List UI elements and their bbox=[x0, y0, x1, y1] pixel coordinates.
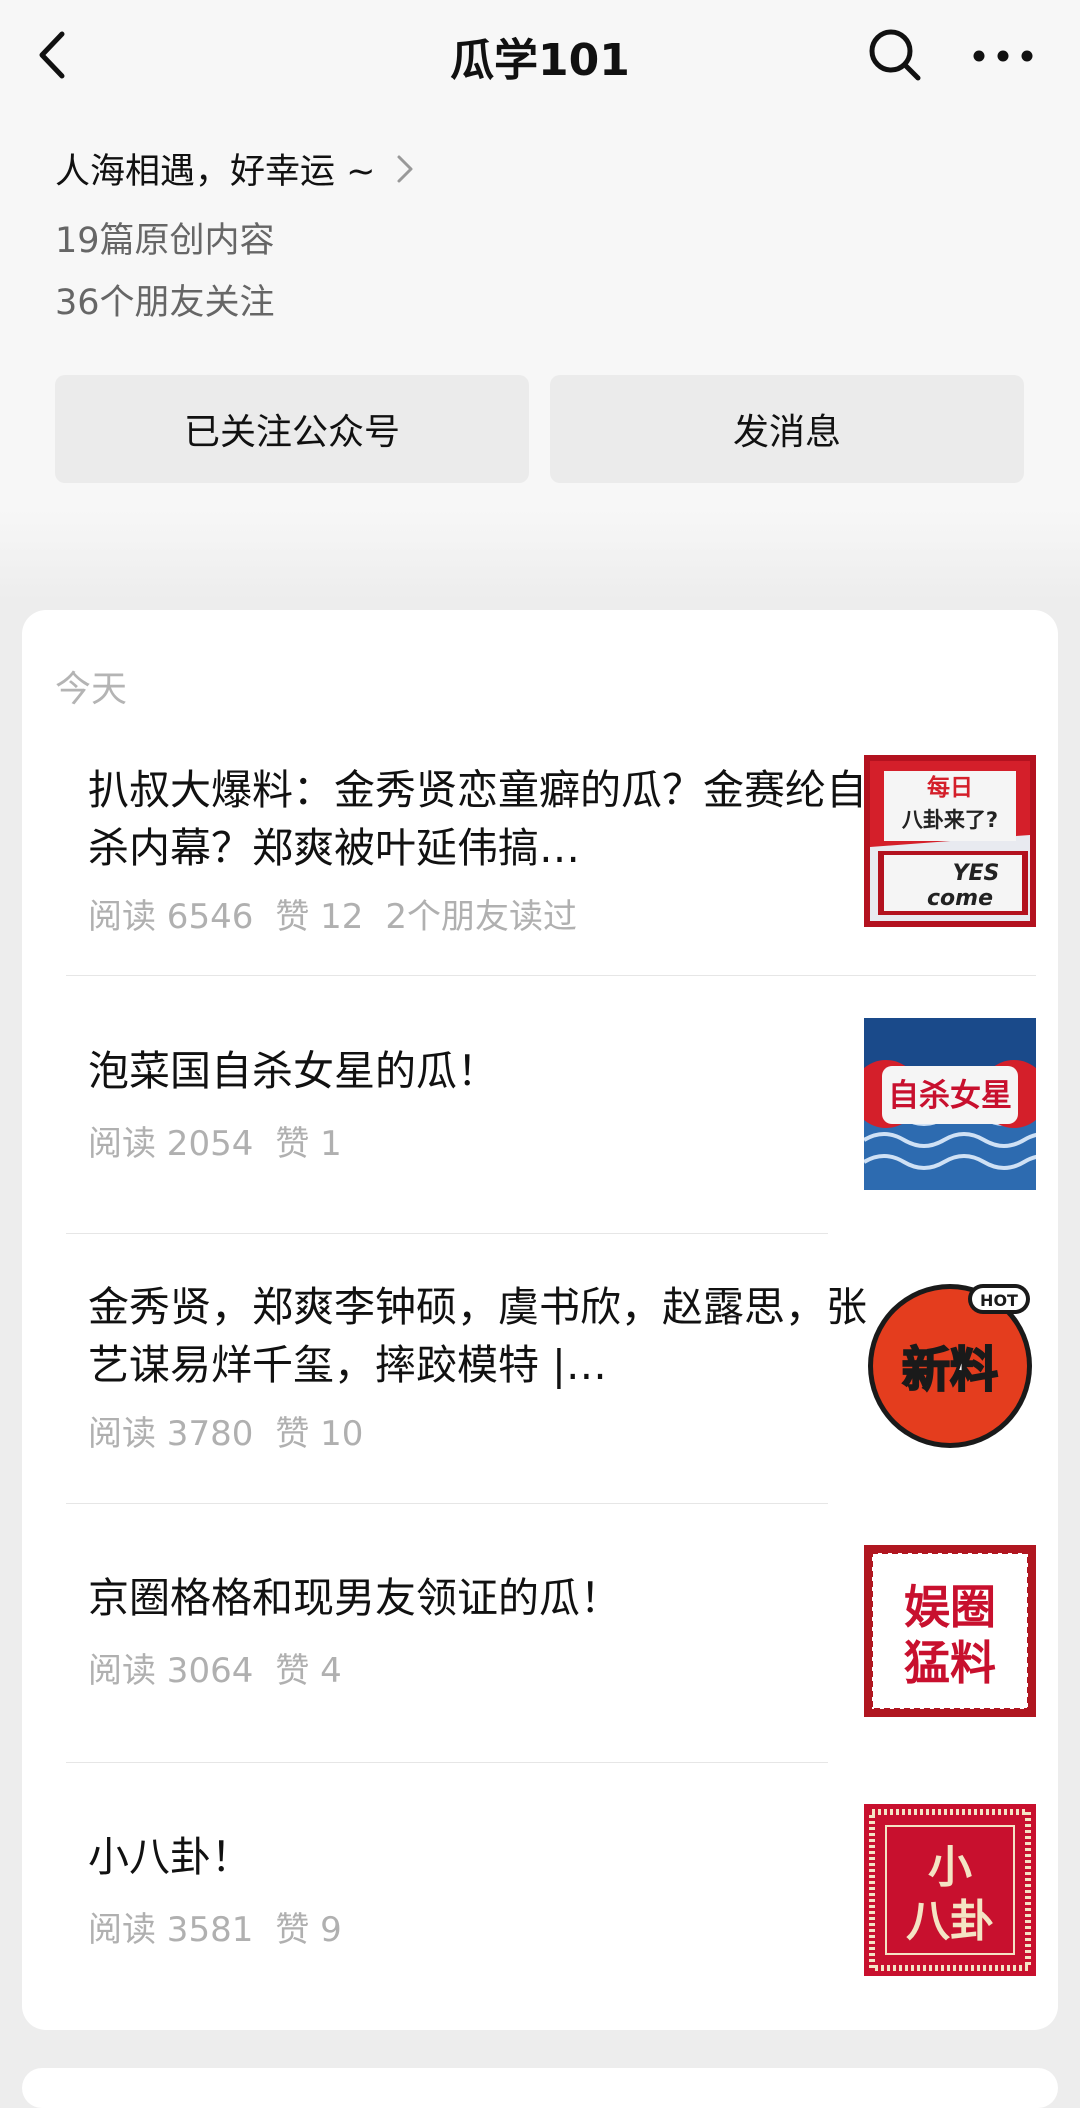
article-thumbnail: HOT 新料 bbox=[868, 1284, 1032, 1448]
like-count: 赞 9 bbox=[275, 1910, 342, 1950]
article-feed: 今天 扒叔大爆料：金秀贤恋童癖的瓜？金赛纶自杀内幕？郑爽被叶延伟搞… 阅读 65… bbox=[22, 610, 1058, 2030]
chevron-right-icon bbox=[397, 155, 413, 182]
like-count: 赞 4 bbox=[275, 1651, 342, 1691]
article-meta: 阅读 3581 赞 9 bbox=[88, 1902, 364, 1951]
read-count: 阅读 3581 bbox=[88, 1910, 254, 1950]
read-count: 阅读 2054 bbox=[88, 1124, 254, 1164]
thumb-text: 自杀女星 bbox=[888, 1078, 1012, 1114]
thumb-text: 每日 bbox=[927, 774, 973, 801]
thumb-text: come bbox=[927, 886, 993, 911]
like-count: 赞 1 bbox=[275, 1124, 342, 1164]
article-title: 金秀贤，郑爽李钟硕，虞书欣，赵露思，张艺谋易烊千玺，摔跤模特 |… bbox=[88, 1283, 867, 1389]
article-meta: 阅读 3064 赞 4 bbox=[88, 1643, 364, 1692]
send-message-button[interactable]: 发消息 bbox=[550, 375, 1024, 483]
article-title: 小八卦！ bbox=[88, 1833, 252, 1881]
followed-account-button[interactable]: 已关注公众号 bbox=[55, 375, 529, 483]
thumb-text: 八卦来了? bbox=[902, 808, 998, 832]
article-thumbnail: 自杀女星 bbox=[864, 1018, 1036, 1190]
thumb-text: 娱圈 bbox=[904, 1580, 996, 1634]
article-meta: 阅读 3780 赞 10 bbox=[88, 1406, 385, 1455]
thumb-text: 新料 bbox=[902, 1342, 998, 1398]
friends-read: 2个朋友读过 bbox=[385, 897, 578, 937]
more-button[interactable] bbox=[968, 28, 1038, 84]
thumb-text: HOT bbox=[980, 1291, 1018, 1310]
article-meta: 阅读 2054 赞 1 bbox=[88, 1116, 364, 1165]
divider bbox=[66, 1503, 828, 1504]
account-intro-link[interactable]: 人海相遇，好幸运 ~ bbox=[55, 143, 417, 194]
search-button[interactable] bbox=[862, 22, 928, 88]
divider bbox=[66, 975, 1036, 976]
like-count: 赞 10 bbox=[275, 1414, 364, 1454]
article-thumbnail: 每日 八卦来了? YES come bbox=[864, 755, 1036, 927]
thumb-text: YES bbox=[953, 861, 1000, 886]
read-count: 阅读 3780 bbox=[88, 1414, 254, 1454]
article-thumbnail: 娱圈 猛料 bbox=[864, 1545, 1036, 1717]
read-count: 阅读 6546 bbox=[88, 897, 254, 937]
article-thumbnail: 小 八卦 bbox=[864, 1804, 1036, 1976]
thumb-text: 小 bbox=[928, 1842, 972, 1893]
article-title: 京圈格格和现男友领证的瓜！ bbox=[88, 1574, 621, 1622]
article-item[interactable]: 小八卦！ 阅读 3581 赞 9 小 八卦 bbox=[66, 1804, 1036, 1976]
article-item[interactable]: 京圈格格和现男友领证的瓜！ 阅读 3064 赞 4 娱圈 猛料 bbox=[66, 1545, 1036, 1717]
navigation-bar: 瓜学101 bbox=[0, 0, 1080, 110]
read-count: 阅读 3064 bbox=[88, 1651, 254, 1691]
search-icon bbox=[869, 29, 921, 81]
more-icon bbox=[973, 50, 1033, 62]
thumb-text: 猛料 bbox=[904, 1636, 996, 1690]
original-count: 19篇原创内容 bbox=[55, 221, 275, 261]
thumb-text: 八卦 bbox=[906, 1896, 994, 1947]
article-meta: 阅读 6546 赞 12 2个朋友读过 bbox=[88, 889, 599, 938]
article-item[interactable]: 泡菜国自杀女星的瓜！ 阅读 2054 赞 1 自杀女星 bbox=[66, 1018, 1036, 1190]
friends-following: 36个朋友关注 bbox=[55, 283, 275, 323]
date-label: 今天 bbox=[55, 669, 128, 710]
divider bbox=[66, 1233, 828, 1234]
like-count: 赞 12 bbox=[275, 897, 364, 937]
next-feed-card bbox=[22, 2068, 1058, 2108]
article-title: 泡菜国自杀女星的瓜！ bbox=[88, 1047, 498, 1095]
article-item[interactable]: 扒叔大爆料：金秀贤恋童癖的瓜？金赛纶自杀内幕？郑爽被叶延伟搞… 阅读 6546 赞… bbox=[66, 755, 1036, 970]
article-title: 扒叔大爆料：金秀贤恋童癖的瓜？金赛纶自杀内幕？郑爽被叶延伟搞… bbox=[88, 766, 867, 872]
article-item[interactable]: 金秀贤，郑爽李钟硕，虞书欣，赵露思，张艺谋易烊千玺，摔跤模特 |… 阅读 378… bbox=[66, 1278, 1036, 1493]
divider bbox=[66, 1762, 828, 1763]
account-intro: 人海相遇，好幸运 ~ bbox=[55, 152, 376, 192]
